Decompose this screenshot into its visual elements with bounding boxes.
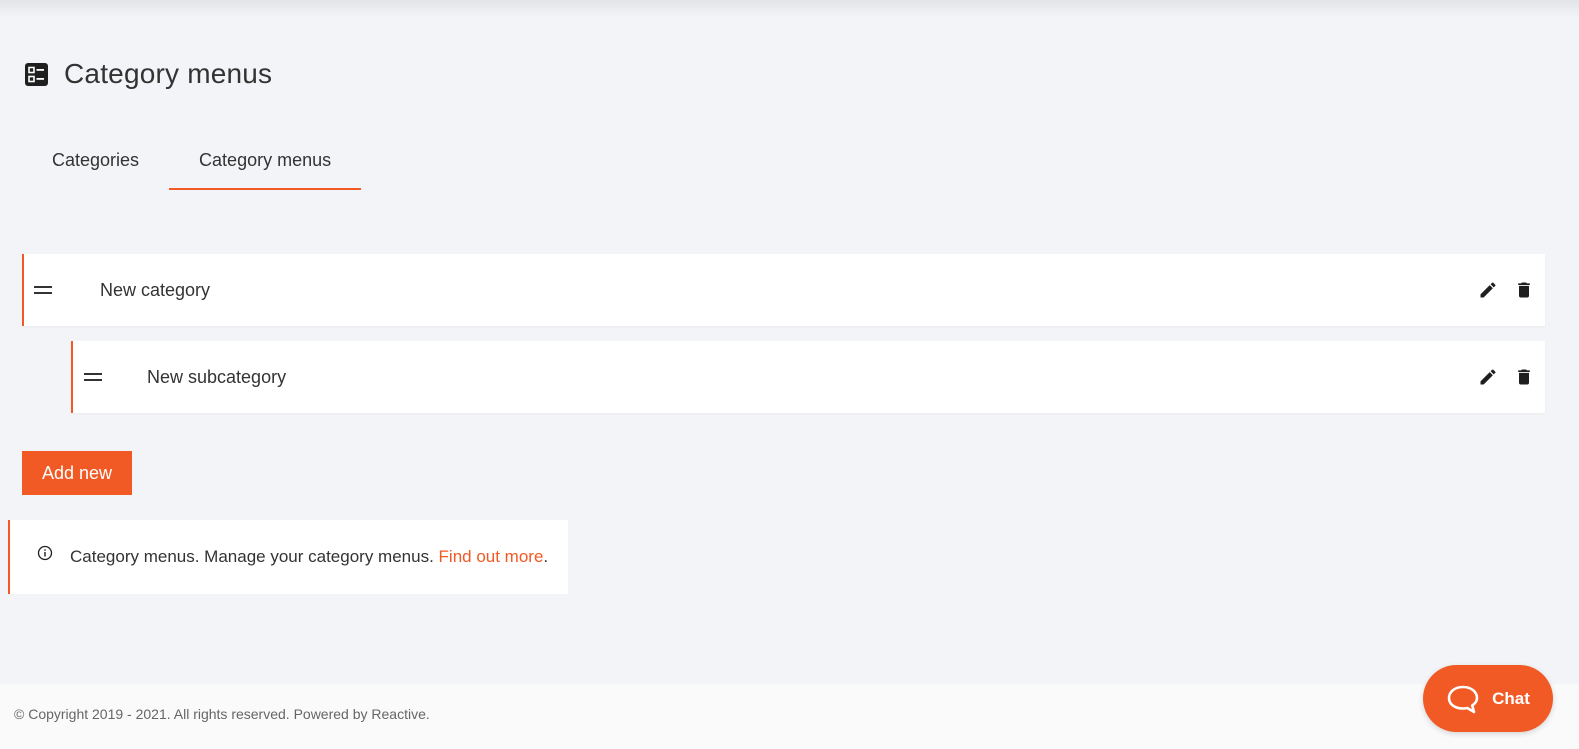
- edit-icon[interactable]: [1477, 366, 1499, 388]
- tab-categories[interactable]: Categories: [22, 132, 169, 190]
- menu-subitem-row[interactable]: New subcategory: [71, 341, 1545, 413]
- info-message: Category menus. Manage your category men…: [70, 547, 439, 566]
- page-title: Category menus: [64, 58, 273, 89]
- add-new-button[interactable]: Add new: [22, 451, 132, 495]
- copyright-text: © Copyright 2019 - 2021. All rights rese…: [14, 706, 430, 722]
- menu-item-label: New subcategory: [147, 366, 287, 387]
- row-actions: [1477, 279, 1535, 301]
- info-text: Category menus. Manage your category men…: [70, 547, 548, 567]
- drag-handle-icon[interactable]: [83, 367, 103, 387]
- list-icon: [25, 62, 48, 86]
- top-bar: [0, 0, 1579, 18]
- menu-item-label: New category: [100, 279, 211, 300]
- chat-button[interactable]: Chat: [1423, 665, 1553, 732]
- find-out-more-link[interactable]: Find out more: [439, 547, 544, 566]
- tab-category-menus[interactable]: Category menus: [169, 132, 362, 190]
- delete-icon[interactable]: [1513, 366, 1535, 388]
- footer: © Copyright 2019 - 2021. All rights rese…: [0, 684, 1579, 749]
- menu-item-row[interactable]: New category: [22, 254, 1545, 326]
- info-box: Category menus. Manage your category men…: [8, 520, 568, 594]
- drag-handle-icon[interactable]: [33, 280, 53, 300]
- edit-icon[interactable]: [1477, 279, 1499, 301]
- info-suffix: .: [543, 547, 549, 566]
- row-actions: [1477, 366, 1535, 388]
- delete-icon[interactable]: [1513, 279, 1535, 301]
- chat-bubble-icon: [1446, 684, 1480, 714]
- tab-bar: Categories Category menus: [22, 132, 362, 190]
- chat-label: Chat: [1492, 688, 1530, 708]
- info-icon: [37, 545, 53, 561]
- page-header: Category menus: [25, 58, 272, 90]
